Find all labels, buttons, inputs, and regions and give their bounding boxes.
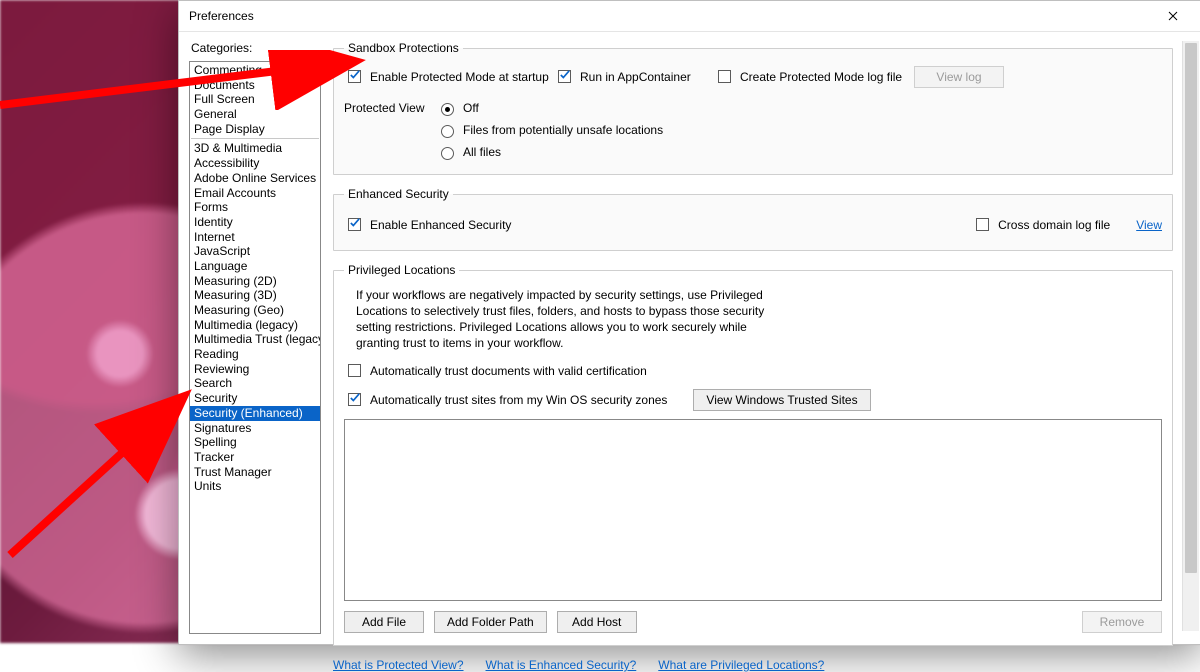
pv-unsafe-radio[interactable]	[441, 125, 454, 138]
category-item[interactable]: Commenting	[190, 63, 320, 78]
auto-trust-cert-label: Automatically trust documents with valid…	[370, 364, 647, 378]
enhanced-legend: Enhanced Security	[344, 187, 453, 201]
view-trusted-sites-button[interactable]: View Windows Trusted Sites	[693, 389, 870, 411]
titlebar: Preferences	[179, 1, 1200, 32]
enable-enhanced-label: Enable Enhanced Security	[370, 218, 511, 232]
pv-off-radio[interactable]	[441, 103, 454, 116]
category-item[interactable]: Documents	[190, 78, 320, 93]
category-item[interactable]: Page Display	[190, 122, 320, 137]
enhanced-view-link[interactable]: View	[1136, 218, 1162, 232]
category-item[interactable]: Measuring (3D)	[190, 288, 320, 303]
category-item[interactable]: Security (Enhanced)	[190, 406, 320, 421]
what-are-privileged-locations-link[interactable]: What are Privileged Locations?	[658, 658, 824, 672]
category-item[interactable]: Accessibility	[190, 156, 320, 171]
privileged-desc: If your workflows are negatively impacte…	[356, 287, 776, 351]
categories-label: Categories:	[191, 41, 319, 55]
category-item[interactable]: Units	[190, 479, 320, 494]
enable-protected-label: Enable Protected Mode at startup	[370, 70, 549, 84]
category-item[interactable]: Full Screen	[190, 92, 320, 107]
category-item[interactable]: Forms	[190, 200, 320, 215]
close-button[interactable]	[1153, 2, 1193, 30]
add-host-button[interactable]: Add Host	[557, 611, 637, 633]
privileged-legend: Privileged Locations	[344, 263, 459, 277]
auto-trust-cert-checkbox[interactable]	[348, 364, 361, 377]
category-item[interactable]: Internet	[190, 230, 320, 245]
pm-logfile-label: Create Protected Mode log file	[740, 70, 902, 84]
category-item[interactable]: 3D & Multimedia	[190, 141, 320, 156]
scrollbar-thumb[interactable]	[1185, 43, 1197, 573]
category-item[interactable]: Search	[190, 376, 320, 391]
categories-list[interactable]: CommentingDocumentsFull ScreenGeneralPag…	[189, 61, 321, 634]
pv-all-label: All files	[463, 145, 501, 159]
category-item[interactable]: Language	[190, 259, 320, 274]
remove-button[interactable]: Remove	[1082, 611, 1162, 633]
auto-trust-win-label: Automatically trust sites from my Win OS…	[370, 393, 667, 407]
category-item[interactable]: Adobe Online Services	[190, 171, 320, 186]
category-item[interactable]: Reading	[190, 347, 320, 362]
enable-enhanced-checkbox[interactable]	[348, 218, 361, 231]
category-item[interactable]: General	[190, 107, 320, 122]
enhanced-group: Enhanced Security Enable Enhanced Securi…	[333, 187, 1173, 251]
category-item[interactable]: Spelling	[190, 435, 320, 450]
auto-trust-win-checkbox[interactable]	[348, 393, 361, 406]
enable-protected-checkbox[interactable]	[348, 70, 361, 83]
privileged-group: Privileged Locations If your workflows a…	[333, 263, 1173, 646]
cross-domain-checkbox[interactable]	[976, 218, 989, 231]
view-log-button[interactable]: View log	[914, 66, 1004, 88]
category-item[interactable]: Trust Manager	[190, 465, 320, 480]
category-item[interactable]: Measuring (2D)	[190, 274, 320, 289]
pv-all-radio[interactable]	[441, 147, 454, 160]
close-icon	[1168, 11, 1178, 21]
what-is-protected-view-link[interactable]: What is Protected View?	[333, 658, 464, 672]
category-item[interactable]: Signatures	[190, 421, 320, 436]
pm-logfile-checkbox[interactable]	[718, 70, 731, 83]
category-item[interactable]: Multimedia (legacy)	[190, 318, 320, 333]
protected-view-label: Protected View	[344, 101, 430, 115]
category-separator	[191, 138, 319, 139]
scrollbar[interactable]	[1182, 41, 1199, 631]
category-item[interactable]: Measuring (Geo)	[190, 303, 320, 318]
preferences-dialog: Preferences Categories: CommentingDocume…	[178, 0, 1200, 645]
category-item[interactable]: Multimedia Trust (legacy)	[190, 332, 320, 347]
category-item[interactable]: Security	[190, 391, 320, 406]
category-item[interactable]: Email Accounts	[190, 186, 320, 201]
category-item[interactable]: Reviewing	[190, 362, 320, 377]
category-item[interactable]: JavaScript	[190, 244, 320, 259]
privileged-list[interactable]	[344, 419, 1162, 601]
appcontainer-label: Run in AppContainer	[580, 70, 691, 84]
sandbox-legend: Sandbox Protections	[344, 41, 463, 55]
window-title: Preferences	[189, 9, 254, 23]
pv-unsafe-label: Files from potentially unsafe locations	[463, 123, 663, 137]
category-item[interactable]: Identity	[190, 215, 320, 230]
pv-off-label: Off	[463, 101, 479, 115]
add-folder-button[interactable]: Add Folder Path	[434, 611, 547, 633]
content-pane: Sandbox Protections Enable Protected Mod…	[333, 41, 1191, 644]
cross-domain-label: Cross domain log file	[998, 218, 1110, 232]
appcontainer-checkbox[interactable]	[558, 70, 571, 83]
add-file-button[interactable]: Add File	[344, 611, 424, 633]
sandbox-group: Sandbox Protections Enable Protected Mod…	[333, 41, 1173, 175]
what-is-enhanced-security-link[interactable]: What is Enhanced Security?	[486, 658, 637, 672]
category-item[interactable]: Tracker	[190, 450, 320, 465]
